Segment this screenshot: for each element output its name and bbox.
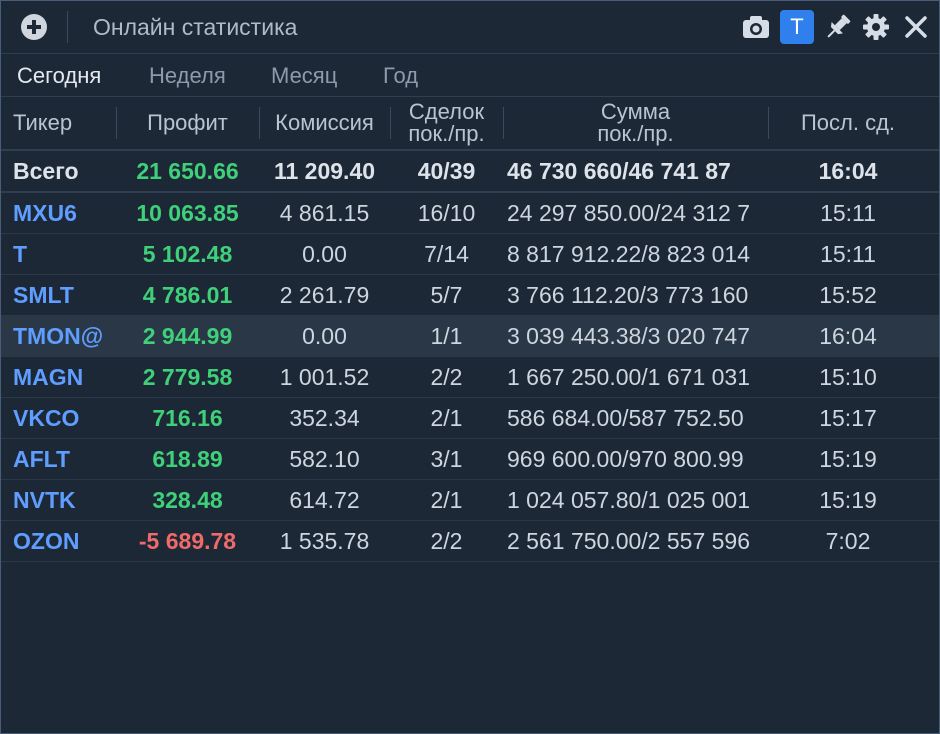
title-bar: Онлайн статистика T (1, 1, 939, 54)
table-row[interactable]: AFLT 618.89 582.10 3/1 969 600.00/970 800.99… (1, 439, 939, 480)
ticker-cell: NVTK (13, 487, 76, 513)
header-profit[interactable]: Профит (116, 97, 259, 149)
profit-cell: 328.48 (152, 487, 223, 513)
total-commission: 11 209.40 (273, 158, 376, 184)
last-deal-cell: 16:04 (819, 323, 877, 349)
add-circle-icon[interactable] (21, 14, 47, 40)
tab-month[interactable]: Месяц (271, 63, 337, 89)
deals-cell: 2/1 (430, 487, 463, 513)
ticker-cell: VKCO (13, 405, 80, 431)
tab-week[interactable]: Неделя (149, 63, 226, 89)
header-deals-line2: пок./пр. (408, 121, 485, 146)
profit-cell: 2 944.99 (142, 323, 233, 349)
last-deal-cell: 15:10 (819, 364, 877, 390)
header-deals[interactable]: Сделок пок./пр. (390, 97, 503, 149)
sum-cell: 3 766 112.20/3 773 160 (507, 282, 749, 308)
profit-cell: 10 063.85 (136, 200, 239, 226)
ticker-cell: MAGN (13, 364, 84, 390)
total-deals: 40/39 (417, 158, 476, 184)
last-deal-cell: 15:19 (819, 487, 877, 513)
last-deal-cell: 15:11 (820, 241, 876, 267)
profit-cell: -5 689.78 (138, 528, 237, 554)
profit-cell: 618.89 (152, 446, 223, 472)
table-row[interactable]: VKCO 716.16 352.34 2/1 586 684.00/587 752.50… (1, 398, 939, 439)
sum-cell: 1 667 250.00/1 671 031 (507, 364, 751, 390)
sum-cell: 3 039 443.38/3 020 747 (507, 323, 751, 349)
header-deals-line1: Сделок (408, 99, 485, 124)
commission-cell: 582.10 (289, 446, 360, 472)
t-toggle-button[interactable]: T (780, 10, 814, 44)
commission-cell: 0.00 (302, 323, 347, 349)
stats-window: Онлайн статистика T Сегодня Неделя Месяц… (0, 0, 940, 734)
ticker-cell: T (13, 241, 28, 267)
deals-cell: 2/2 (430, 528, 463, 554)
period-tabs: Сегодня Неделя Месяц Год (1, 54, 939, 97)
tab-year[interactable]: Год (383, 63, 418, 89)
table-header: Тикер Профит Комиссия Сделок пок./пр. Су… (1, 97, 939, 151)
sum-cell: 2 561 750.00/2 557 596 (507, 528, 751, 554)
table-row[interactable]: NVTK 328.48 614.72 2/1 1 024 057.80/1 025 00… (1, 480, 939, 521)
gear-icon[interactable] (859, 10, 893, 44)
commission-cell: 0.00 (302, 241, 347, 267)
commission-cell: 352.34 (289, 405, 360, 431)
title-divider (67, 11, 68, 43)
sum-cell: 586 684.00/587 752.50 (507, 405, 744, 431)
ticker-cell: TMON@ (13, 323, 104, 349)
profit-cell: 5 102.48 (142, 241, 233, 267)
sum-cell: 24 297 850.00/24 312 7 (507, 200, 751, 226)
table-row[interactable]: T 5 102.48 0.00 7/14 8 817 912.22/8 823 014 1… (1, 234, 939, 275)
table-row[interactable]: TMON@ 2 944.99 0.00 1/1 3 039 443.38/3 020 7… (1, 316, 939, 357)
last-deal-cell: 7:02 (825, 528, 871, 554)
sum-cell: 969 600.00/970 800.99 (507, 446, 744, 472)
commission-cell: 1 535.78 (279, 528, 370, 554)
commission-cell: 2 261.79 (279, 282, 370, 308)
header-sum-line1: Сумма (600, 99, 671, 124)
last-deal-cell: 15:11 (820, 200, 876, 226)
total-label: Всего (13, 158, 79, 184)
total-sum: 46 730 660/46 741 87 (507, 158, 731, 184)
ticker-cell: MXU6 (13, 200, 77, 226)
total-row: Всего 21 650.66 11 209.40 40/39 46 730 6… (1, 151, 939, 193)
header-sum[interactable]: Сумма пок./пр. (503, 97, 768, 149)
camera-icon[interactable] (739, 10, 773, 44)
header-sum-line2: пок./пр. (597, 121, 674, 146)
last-deal-cell: 15:17 (819, 405, 877, 431)
sum-cell: 1 024 057.80/1 025 001 (507, 487, 751, 513)
table-row[interactable]: MXU6 10 063.85 4 861.15 16/10 24 297 850.00/… (1, 193, 939, 234)
last-deal-cell: 15:19 (819, 446, 877, 472)
deals-cell: 5/7 (430, 282, 463, 308)
header-ticker[interactable]: Тикер (13, 97, 116, 149)
sum-cell: 8 817 912.22/8 823 014 (507, 241, 751, 267)
deals-cell: 7/14 (424, 241, 469, 267)
deals-cell: 2/2 (430, 364, 463, 390)
tab-today[interactable]: Сегодня (17, 63, 101, 89)
header-last-deal[interactable]: Посл. сд. (768, 97, 928, 149)
deals-cell: 2/1 (430, 405, 463, 431)
ticker-cell: SMLT (13, 282, 74, 308)
header-commission[interactable]: Комиссия (259, 97, 390, 149)
ticker-cell: AFLT (13, 446, 71, 472)
commission-cell: 614.72 (289, 487, 360, 513)
profit-cell: 2 779.58 (142, 364, 233, 390)
total-last-deal: 16:04 (818, 158, 878, 184)
table-row[interactable]: OZON -5 689.78 1 535.78 2/2 2 561 750.00/2 5… (1, 521, 939, 562)
table-body: MXU6 10 063.85 4 861.15 16/10 24 297 850.00/… (1, 193, 939, 562)
stats-table: Тикер Профит Комиссия Сделок пок./пр. Су… (1, 97, 939, 562)
close-icon[interactable] (899, 10, 933, 44)
table-row[interactable]: MAGN 2 779.58 1 001.52 2/2 1 667 250.00/1 67… (1, 357, 939, 398)
deals-cell: 3/1 (430, 446, 463, 472)
commission-cell: 4 861.15 (279, 200, 370, 226)
window-title: Онлайн статистика (93, 14, 298, 40)
last-deal-cell: 15:52 (819, 282, 877, 308)
commission-cell: 1 001.52 (279, 364, 370, 390)
deals-cell: 1/1 (430, 323, 463, 349)
table-row[interactable]: SMLT 4 786.01 2 261.79 5/7 3 766 112.20/3 77… (1, 275, 939, 316)
total-profit: 21 650.66 (136, 158, 239, 184)
deals-cell: 16/10 (417, 200, 476, 226)
pin-icon[interactable] (821, 10, 855, 44)
ticker-cell: OZON (13, 528, 80, 554)
profit-cell: 716.16 (152, 405, 223, 431)
profit-cell: 4 786.01 (142, 282, 233, 308)
